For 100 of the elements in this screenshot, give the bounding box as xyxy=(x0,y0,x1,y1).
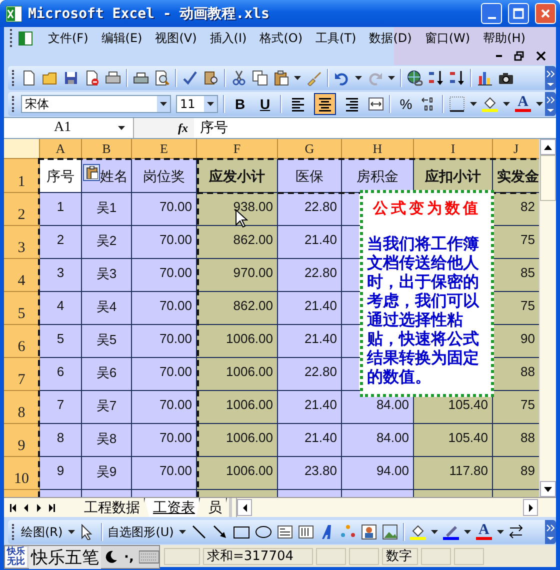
book-search-icon[interactable] xyxy=(203,70,219,86)
close-icon[interactable] xyxy=(536,51,546,61)
undo-icon[interactable] xyxy=(334,70,350,86)
row-header[interactable]: 8 xyxy=(18,405,26,422)
new-document-icon[interactable] xyxy=(21,70,37,86)
row-header[interactable]: 6 xyxy=(18,339,26,356)
brush-icon[interactable] xyxy=(306,70,322,86)
column-header[interactable]: H xyxy=(372,140,382,156)
scroll-left-button[interactable] xyxy=(237,499,252,516)
oval-icon[interactable] xyxy=(254,524,272,540)
menu-item[interactable]: 格式(O) xyxy=(256,28,306,48)
printer-icon[interactable] xyxy=(133,70,149,86)
toolbar-options-icon[interactable] xyxy=(546,524,555,540)
toolbar-options-icon[interactable] xyxy=(546,96,555,112)
draw-menu-button[interactable]: 绘图(R) xyxy=(21,524,63,540)
line-icon[interactable] xyxy=(190,524,207,540)
spreadsheet-icon[interactable] xyxy=(18,30,33,46)
input-method-name[interactable]: 快乐五笔 xyxy=(29,546,101,568)
punctuation-toggle[interactable]: ·, xyxy=(121,550,137,564)
column-header[interactable]: F xyxy=(233,140,241,156)
scroll-right-button[interactable] xyxy=(523,499,538,516)
paste-icon[interactable] xyxy=(273,70,289,86)
caret-icon[interactable] xyxy=(118,126,125,130)
font-size-field[interactable]: 11 xyxy=(176,95,218,113)
caret-icon[interactable] xyxy=(68,530,75,534)
menu-item[interactable]: 帮助(H) xyxy=(480,28,528,48)
line-color-icon[interactable] xyxy=(442,524,459,540)
toolbar-options-icon[interactable] xyxy=(546,70,555,86)
row-header[interactable]: 5 xyxy=(18,306,26,323)
caret-icon[interactable] xyxy=(470,102,477,106)
menu-item[interactable]: 窗口(W) xyxy=(422,28,474,48)
fill-color-icon[interactable] xyxy=(410,524,426,540)
diagram-icon[interactable] xyxy=(340,524,356,540)
scroll-down-button[interactable] xyxy=(540,481,556,497)
sort-descending-icon[interactable] xyxy=(449,70,465,86)
menu-item[interactable]: 视图(V) xyxy=(152,28,200,48)
paste-options-button[interactable] xyxy=(83,164,100,181)
caret-icon[interactable] xyxy=(430,530,438,534)
save-icon[interactable] xyxy=(63,70,79,86)
vertical-text-box-icon[interactable] xyxy=(298,524,314,540)
column-header[interactable]: B xyxy=(102,140,111,156)
menu-item[interactable]: 数据(D) xyxy=(366,28,415,48)
rectangle-icon[interactable] xyxy=(232,524,250,540)
sort-ascending-icon[interactable] xyxy=(428,70,444,86)
caret-icon[interactable] xyxy=(464,530,471,534)
caret-icon[interactable] xyxy=(160,102,167,106)
caret-icon[interactable] xyxy=(294,76,301,80)
font-field[interactable]: 宋体 xyxy=(21,95,171,113)
globe-link-icon[interactable] xyxy=(407,70,423,86)
menu-item[interactable]: 工具(T) xyxy=(312,28,360,48)
moon-icon[interactable] xyxy=(103,549,119,565)
last-sheet-icon[interactable] xyxy=(49,504,55,512)
previous-sheet-icon[interactable] xyxy=(23,504,29,512)
caret-icon[interactable] xyxy=(388,76,395,80)
image-icon[interactable] xyxy=(382,524,398,540)
fill-color-icon[interactable] xyxy=(482,96,498,112)
row-header[interactable]: 9 xyxy=(18,438,26,455)
caret-icon[interactable] xyxy=(536,102,543,106)
row-header[interactable]: 7 xyxy=(18,372,26,389)
clip-art-icon[interactable] xyxy=(360,524,377,540)
row-header[interactable]: 1 xyxy=(18,174,26,191)
copy-icon[interactable] xyxy=(252,70,268,86)
restore-icon[interactable] xyxy=(514,51,524,61)
percent-button[interactable]: % xyxy=(396,94,416,114)
formula-field[interactable]: 序号 xyxy=(194,118,556,138)
line-style-icon[interactable] xyxy=(508,524,525,540)
caret-icon[interactable] xyxy=(496,530,504,534)
bar-chart-icon[interactable] xyxy=(477,70,493,86)
next-sheet-icon[interactable] xyxy=(36,504,42,512)
camera-icon[interactable] xyxy=(498,70,514,86)
borders-icon[interactable] xyxy=(449,96,465,112)
menu-item[interactable]: 插入(I) xyxy=(206,28,250,48)
autoshapes-menu-button[interactable]: 自选图形(U) xyxy=(108,524,174,540)
scroll-up-button[interactable] xyxy=(540,139,556,155)
row-header[interactable]: 4 xyxy=(18,273,26,290)
bold-button[interactable]: B xyxy=(230,94,250,114)
caret-icon[interactable] xyxy=(178,530,186,534)
caret-icon[interactable] xyxy=(355,76,362,80)
select-all-button[interactable] xyxy=(4,139,40,159)
close-button[interactable] xyxy=(535,3,556,24)
column-header[interactable]: J xyxy=(513,140,519,156)
underline-button[interactable]: U xyxy=(255,94,275,114)
caret-icon[interactable] xyxy=(207,102,214,106)
column-header[interactable]: I xyxy=(450,140,456,156)
sheet-tab[interactable]: 工资表 xyxy=(145,498,200,517)
row-header[interactable]: 3 xyxy=(18,240,26,257)
checkmark-icon[interactable] xyxy=(182,70,198,86)
minimize-button[interactable] xyxy=(481,3,502,24)
text-box-icon[interactable] xyxy=(276,524,293,540)
document-no-entry-icon[interactable] xyxy=(84,70,100,86)
column-header[interactable]: A xyxy=(56,140,66,156)
font-color-button[interactable]: A xyxy=(515,96,531,112)
column-header[interactable]: E xyxy=(160,140,168,156)
menu-item[interactable]: 编辑(E) xyxy=(98,28,146,48)
printer-icon[interactable] xyxy=(105,70,121,86)
scissors-icon[interactable] xyxy=(231,70,247,86)
align-button[interactable] xyxy=(314,93,336,115)
merge-center-icon[interactable] xyxy=(368,96,384,112)
insert-function-button[interactable]: fx xyxy=(178,120,188,136)
font-color-button[interactable]: A xyxy=(476,524,492,540)
